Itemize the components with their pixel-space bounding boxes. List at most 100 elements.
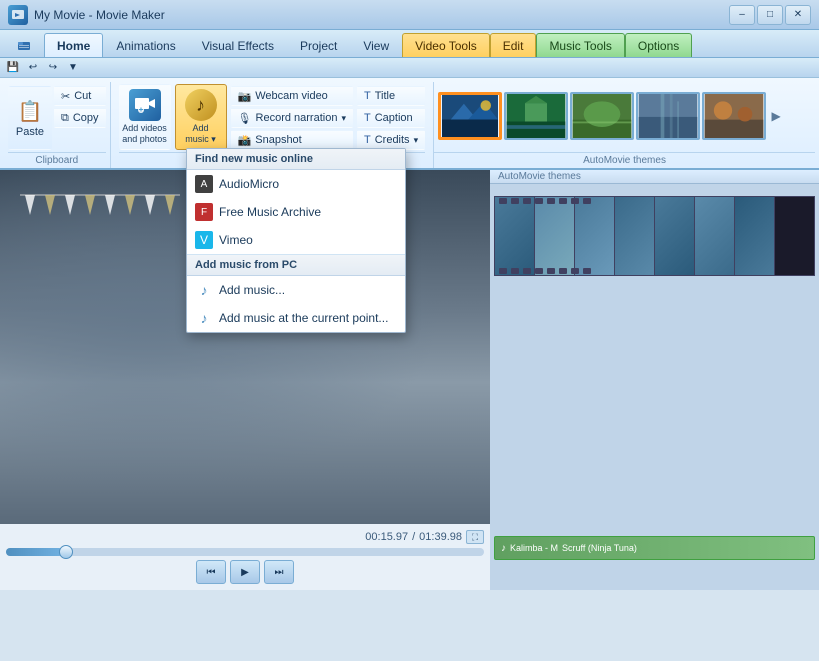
snapshot-button[interactable]: 📸 Snapshot <box>231 130 353 150</box>
tab-edit[interactable]: Edit <box>490 33 537 57</box>
main-area: 00:15.97 / 01:39.98 ⛶ ⏮ ▶ ⏭ <box>0 170 819 590</box>
add-videos-label: Add videosand photos <box>122 123 167 145</box>
webcam-icon: 📷 <box>238 90 252 103</box>
undo-btn[interactable]: ↩ <box>24 59 42 77</box>
maximize-button[interactable]: □ <box>757 5 783 25</box>
time-display: 00:15.97 / 01:39.98 ⛶ <box>6 530 484 544</box>
music-note-timeline-icon: ♪ <box>501 543 506 554</box>
progress-thumb[interactable] <box>59 545 73 559</box>
file-menu-button[interactable] <box>4 33 44 57</box>
audiomicro-item[interactable]: A AudioMicro <box>187 170 405 198</box>
sprocket-bottom <box>495 267 814 275</box>
tab-project[interactable]: Project <box>287 33 350 57</box>
themes-label: AutoMovie themes <box>434 152 815 168</box>
expand-button[interactable]: ⛶ <box>466 530 484 544</box>
sprocket-hole <box>547 198 555 204</box>
ribbon-tabs: Home Animations Visual Effects Project V… <box>0 30 819 58</box>
credits-button[interactable]: T Credits ▾ <box>357 130 425 150</box>
minimize-button[interactable]: – <box>729 5 755 25</box>
sprocket-hole <box>583 198 591 204</box>
film-frame <box>615 197 655 276</box>
theme-thumb-2[interactable] <box>504 92 568 140</box>
vimeo-label: Vimeo <box>219 233 253 247</box>
right-panel: AutoMovie themes <box>490 170 819 590</box>
film-frame <box>695 197 735 276</box>
sprocket-hole <box>571 198 579 204</box>
theme-thumb-1[interactable] <box>438 92 502 140</box>
theme-thumb-4[interactable] <box>636 92 700 140</box>
sprocket-hole <box>583 268 591 274</box>
vimeo-item[interactable]: V Vimeo <box>187 226 405 254</box>
add-videos-icon-graphic <box>129 89 161 121</box>
add-music-label: Addmusic ▾ <box>185 123 216 145</box>
music-track-label: Kalimba - M <box>510 543 558 553</box>
bunting-decoration <box>10 180 190 230</box>
tab-animations[interactable]: Animations <box>103 33 188 57</box>
add-videos-button[interactable]: Add videosand photos <box>119 84 171 150</box>
themes-group: ▶ AutoMovie themes <box>434 82 815 168</box>
add-music-current-point-item[interactable]: ♪ Add music at the current point... <box>187 304 405 332</box>
camera-icon: 📸 <box>238 134 252 147</box>
copy-icon: ⧉ <box>61 112 69 125</box>
play-icon: ▶ <box>241 567 249 578</box>
quick-access-dropdown[interactable]: ▼ <box>64 59 82 77</box>
add-music-dropdown: Find new music online A AudioMicro F Fre… <box>186 148 406 333</box>
webcam-video-button[interactable]: 📷 Webcam video <box>231 86 353 106</box>
window-controls: – □ ✕ <box>729 5 811 25</box>
add-music-icon: ♪ <box>185 89 217 121</box>
app-icon <box>8 5 28 25</box>
play-button[interactable]: ▶ <box>230 560 260 584</box>
rewind-icon: ⏮ <box>207 567 216 578</box>
music-current-icon: ♪ <box>195 309 213 327</box>
window-title: My Movie - Movie Maker <box>34 8 165 22</box>
add-music-item[interactable]: ♪ Add music... <box>187 276 405 304</box>
film-frame <box>575 197 615 276</box>
rewind-button[interactable]: ⏮ <box>196 560 226 584</box>
fma-label: Free Music Archive <box>219 205 321 219</box>
add-videos-icon <box>129 89 161 121</box>
redo-btn[interactable]: ↪ <box>44 59 62 77</box>
themes-scroll-right[interactable]: ▶ <box>768 92 784 140</box>
preview-controls: 00:15.97 / 01:39.98 ⛶ ⏮ ▶ ⏭ <box>0 524 490 590</box>
sprocket-hole <box>547 268 555 274</box>
credits-icon: T <box>364 134 371 146</box>
audiomicro-label: AudioMicro <box>219 177 279 191</box>
add-music-button[interactable]: ♪ Addmusic ▾ <box>175 84 227 150</box>
free-music-archive-item[interactable]: F Free Music Archive <box>187 198 405 226</box>
autotheme-label-bar: AutoMovie themes <box>490 170 819 184</box>
add-music-current-label: Add music at the current point... <box>219 311 388 325</box>
tab-video-tools[interactable]: Video Tools <box>402 33 490 57</box>
title-icon: T <box>364 90 371 102</box>
tab-music-tools[interactable]: Music Tools <box>536 33 624 57</box>
sprocket-top <box>495 197 814 205</box>
tab-visual-effects[interactable]: Visual Effects <box>189 33 287 57</box>
close-button[interactable]: ✕ <box>785 5 811 25</box>
find-music-online-header: Find new music online <box>187 149 405 170</box>
tab-home[interactable]: Home <box>44 33 103 57</box>
sprocket-hole <box>535 268 543 274</box>
music-file-icon: ♪ <box>195 281 213 299</box>
save-quick-btn[interactable]: 💾 <box>4 59 22 77</box>
caption-icon: T <box>364 112 371 124</box>
sprocket-hole <box>511 268 519 274</box>
copy-button[interactable]: ⧉ Copy <box>54 108 106 128</box>
paste-button[interactable]: 📋 Paste <box>8 86 52 150</box>
fast-forward-button[interactable]: ⏭ <box>264 560 294 584</box>
record-narration-button[interactable]: 🎙 Record narration ▾ <box>231 108 353 128</box>
music-track-label2: Scruff (Ninja Tuna) <box>562 543 637 553</box>
sprocket-hole <box>559 268 567 274</box>
cut-button[interactable]: ✂ Cut <box>54 86 106 106</box>
film-frame <box>495 197 535 276</box>
theme-thumb-3[interactable] <box>570 92 634 140</box>
tab-view[interactable]: View <box>350 33 402 57</box>
title-button[interactable]: T Title <box>357 86 425 106</box>
theme-thumb-5[interactable] <box>702 92 766 140</box>
music-track: ♪ Kalimba - M Scruff (Ninja Tuna) <box>494 536 815 560</box>
microphone-icon: 🎙 <box>238 112 252 125</box>
film-frame <box>735 197 775 276</box>
caption-button[interactable]: T Caption <box>357 108 425 128</box>
tab-options[interactable]: Options <box>625 33 692 57</box>
progress-bar[interactable] <box>6 548 484 556</box>
scissors-icon: ✂ <box>61 90 70 103</box>
text-buttons-group: T Title T Caption T Credits ▾ <box>357 84 425 150</box>
